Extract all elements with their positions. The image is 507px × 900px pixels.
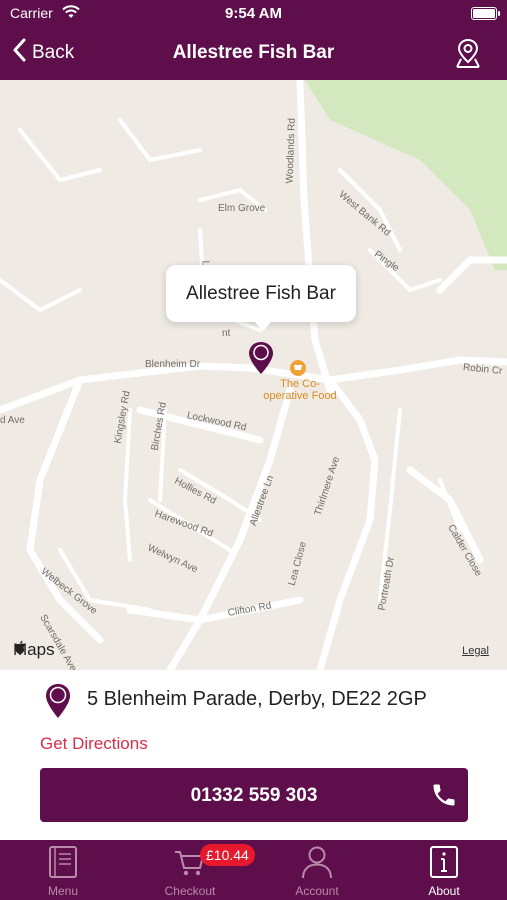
person-icon [254,845,380,879]
battery-icon [471,7,500,20]
street-label: Woodlands Rd [284,117,298,184]
shopping-cart-icon[interactable] [290,360,306,376]
street-label: d Ave [0,415,25,426]
poi-label[interactable]: The Co- operative Food [250,378,350,402]
tab-account[interactable]: Account [254,840,380,900]
tab-bar: Menu Checkout £10.44 Account About [0,840,507,900]
street-label: nt [222,328,231,339]
location-pin-icon [44,682,72,725]
tab-label: Checkout [164,884,216,898]
cart-total-badge: £10.44 [200,844,255,866]
map-view[interactable]: Woodlands Rd West Bank Rd Elm Grove Ping… [0,80,507,670]
map-callout[interactable]: Allestree Fish Bar [166,265,356,331]
info-icon [381,845,507,879]
tab-menu[interactable]: Menu [0,840,126,900]
phone-number: 01332 559 303 [190,785,318,806]
legal-link[interactable]: Legal [462,645,489,657]
map-location-button[interactable] [453,37,483,74]
status-bar: Carrier 9:54 AM [0,0,507,28]
tab-label: Account [295,884,339,898]
tab-label: About [428,884,460,898]
tab-label: Menu [47,884,79,898]
address-row: 5 Blenheim Parade, Derby, DE22 2GP [0,670,507,730]
street-label: Blenheim Dr [145,359,201,370]
menu-book-icon [0,845,126,879]
map-pin-icon [453,38,483,73]
phone-icon [430,781,458,814]
address-text: 5 Blenheim Parade, Derby, DE22 2GP [87,688,427,710]
callout-title: Allestree Fish Bar [186,282,336,304]
street-label: Elm Grove [218,203,266,214]
get-directions-link[interactable]: Get Directions [40,734,148,754]
tab-about[interactable]: About [381,840,507,900]
page-title: Allestree Fish Bar [172,42,335,63]
navigation-bar: Back Allestree Fish Bar [0,28,507,80]
apple-maps-logo: Maps [13,640,55,660]
clock: 9:54 AM [225,5,282,22]
call-button[interactable]: 01332 559 303 [40,768,468,822]
